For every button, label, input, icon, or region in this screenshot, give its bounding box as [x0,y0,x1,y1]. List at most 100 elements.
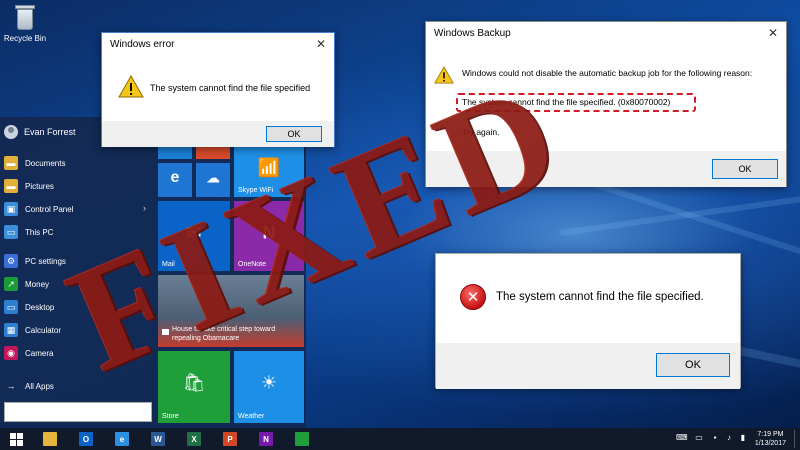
warning-icon [118,75,144,98]
user-account[interactable]: Evan Forrest [4,125,76,139]
tile-store[interactable]: 🛍 Store [158,351,230,423]
start-item-money[interactable]: ↗ Money [4,274,152,294]
start-item-pictures[interactable]: ▬ Pictures [4,176,152,196]
start-item-camera[interactable]: ◉ Camera [4,343,152,363]
recycle-bin-icon [12,2,38,32]
avatar [4,125,18,139]
sun-icon: ☀ [260,372,278,393]
clock-time: 7:19 PM [757,431,784,438]
start-item-pc-settings[interactable]: ⚙ PC settings [4,251,152,271]
taskbar-app-excel[interactable]: X [180,430,208,448]
onenote-icon: N [262,222,276,242]
network-icon[interactable]: ▪ [710,433,720,443]
start-button[interactable] [2,430,30,448]
chevron-right-icon[interactable]: › [143,203,146,213]
volume-icon[interactable]: ♪ [724,433,734,443]
mail-icon: ✉ [186,222,202,242]
all-apps-button[interactable]: → All Apps [4,376,152,396]
system-error-dialog: ✕ The system cannot find the file specif… [435,253,741,389]
clock-date: 1/13/2017 [754,440,786,447]
action-center-icon[interactable]: ▭ [694,433,704,443]
camera-icon: ◉ [4,346,18,360]
tile-onenote[interactable]: N OneNote [234,201,304,271]
start-item-label: PC settings [25,256,66,266]
start-item-calculator[interactable]: ▦ Calculator [4,320,152,340]
start-item-label: Control Panel [25,204,74,214]
keyboard-icon[interactable]: ⌨ [676,433,688,443]
powerpoint-icon: P [223,432,237,446]
excel-icon: X [187,432,201,446]
ok-button[interactable]: OK [712,159,778,179]
folder-icon: ▬ [4,179,18,193]
ok-button[interactable]: OK [656,353,730,377]
onedrive-icon: ☁ [206,169,220,186]
taskbar-app-file-explorer[interactable] [36,430,64,448]
all-apps-label: All Apps [25,381,54,391]
start-item-control-panel[interactable]: ▣ Control Panel › [4,199,152,219]
battery-icon[interactable]: ▮ [738,433,748,443]
windows-error-dialog: Windows error ✕ The system cannot find t… [101,32,335,147]
backup-error-detail: The system cannot find the file specifie… [462,97,671,107]
dialog-title: Windows error [110,38,175,50]
show-desktop-button[interactable] [794,430,798,448]
dialog-body: The system cannot find the file specifie… [102,55,334,147]
start-item-label: Money [25,279,50,289]
wifi-icon: 📶 [257,157,281,178]
tile-skype-wifi[interactable]: 📶 Skype WiFi [234,145,304,197]
windows-logo-icon [9,432,23,446]
windows-backup-dialog: Windows Backup ✕ Windows could not disab… [425,21,787,187]
tile-onedrive[interactable]: ☁ [196,163,230,197]
dialog-title: Windows Backup [434,27,511,39]
close-button[interactable]: ✕ [762,23,784,43]
start-menu-left-pane: Evan Forrest ▬ Documents ▬ Pictures ▣ Co… [0,117,154,428]
taskbar-app-outlook[interactable]: O [72,430,100,448]
outlook-icon: O [79,432,93,446]
ok-button[interactable]: OK [266,126,322,142]
start-item-label: Documents [25,158,66,168]
tile-weather[interactable]: ☀ Weather [234,351,304,423]
tile-small-red[interactable] [196,145,230,159]
tile-label: OneNote [238,261,267,268]
edge-icon: e [115,432,129,446]
taskbar-app-word[interactable]: W [144,430,172,448]
try-again-text: Try again. [462,127,500,137]
error-message: The system cannot find the file specifie… [150,83,311,93]
tile-news[interactable]: House to take critical step toward repea… [158,275,304,347]
word-icon: W [151,432,165,446]
tile-small-blue[interactable] [158,145,192,159]
start-item-this-pc[interactable]: ▭ This PC [4,222,152,242]
taskbar-app-onenote[interactable]: N [252,430,280,448]
start-item-label: Calculator [25,325,62,335]
taskbar-app-powerpoint[interactable]: P [216,430,244,448]
dialog-titlebar: Windows error ✕ [102,33,334,55]
search-input[interactable] [5,404,151,422]
error-message: The system cannot find the file specifie… [496,291,704,303]
computer-icon: ▭ [4,225,18,239]
taskbar-app-edge[interactable]: e [108,430,136,448]
tile-internet-explorer[interactable]: e [158,163,192,197]
desktop-background: Recycle Bin Evan Forrest ▬ Documents ▬ P… [0,0,800,450]
start-menu: Evan Forrest ▬ Documents ▬ Pictures ▣ Co… [0,117,306,428]
dialog-footer: OK [426,151,786,187]
taskbar-app-store[interactable] [288,430,316,448]
control-panel-icon: ▣ [4,202,18,216]
store-icon [295,432,309,446]
start-item-desktop[interactable]: ▭ Desktop [4,297,152,317]
dialog-body: ✕ The system cannot find the file specif… [436,254,740,389]
desktop-icon-recycle-bin[interactable]: Recycle Bin [2,2,48,43]
start-item-label: Pictures [25,181,54,191]
news-headline: House to take critical step toward repea… [172,326,276,342]
start-tiles: 📶 Skype WiFi e ☁ ✉ Mail N OneNote House … [156,145,306,428]
internet-explorer-icon: e [170,169,180,187]
start-item-label: Camera [25,348,54,358]
gear-icon: ⚙ [4,254,18,268]
chart-icon: ↗ [4,277,18,291]
folder-icon: ▬ [4,156,18,170]
dialog-body: Windows could not disable the automatic … [426,44,786,187]
start-search-box[interactable] [4,402,152,422]
start-item-documents[interactable]: ▬ Documents [4,153,152,173]
close-button[interactable]: ✕ [310,34,332,54]
warning-icon [434,66,454,84]
tile-mail[interactable]: ✉ Mail [158,201,230,271]
system-clock[interactable]: 7:19 PM 1/13/2017 [755,430,786,448]
